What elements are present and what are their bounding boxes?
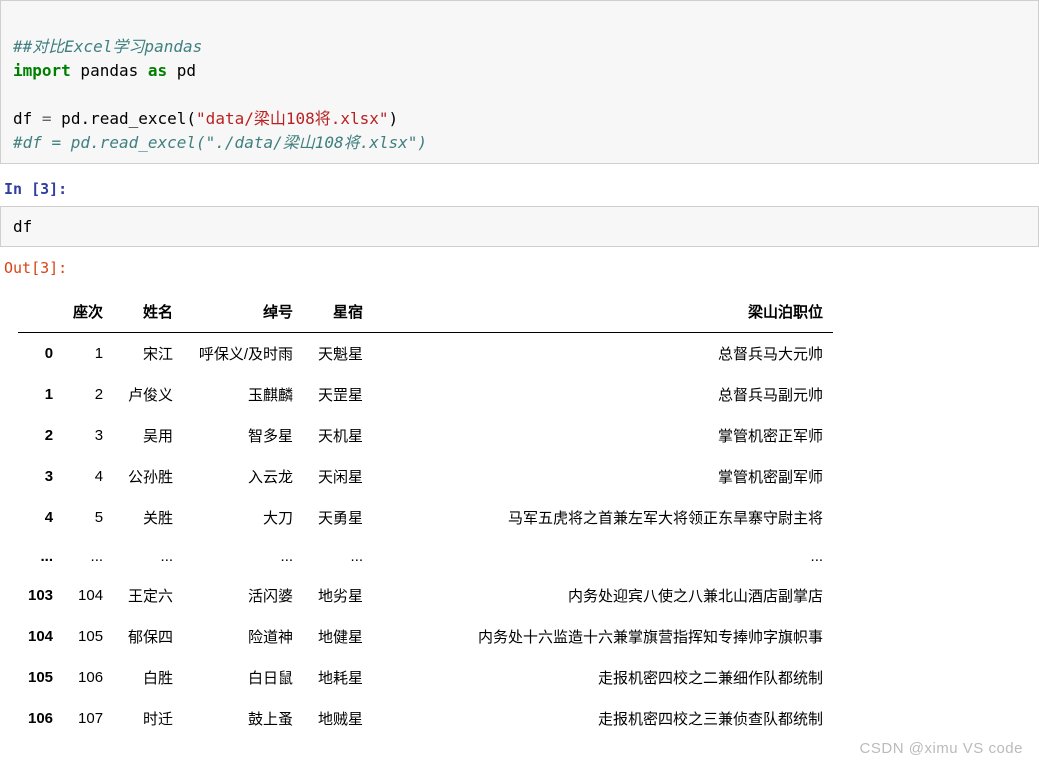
cell: 地劣星	[303, 575, 373, 616]
cell: 5	[63, 497, 113, 538]
col-header: 绰号	[183, 291, 303, 333]
cell: 呼保义/及时雨	[183, 333, 303, 375]
cell: 王定六	[113, 575, 183, 616]
cell: 吴用	[113, 415, 183, 456]
cell: 3	[63, 415, 113, 456]
cell: 关胜	[113, 497, 183, 538]
cell: 宋江	[113, 333, 183, 375]
table-row: 23吴用智多星天机星掌管机密正军师	[18, 415, 833, 456]
cell: 走报机密四校之二兼细作队都统制	[373, 657, 833, 698]
code-cell-1: ##对比Excel学习pandas import pandas as pd df…	[0, 0, 1039, 164]
col-header: 星宿	[303, 291, 373, 333]
cell: 107	[63, 698, 113, 739]
table-row: 45关胜大刀天勇星马军五虎将之首兼左军大将领正东旱寨守尉主将	[18, 497, 833, 538]
index-header	[18, 291, 63, 333]
cell: ...	[373, 538, 833, 575]
cell: ...	[63, 538, 113, 575]
table-row: 106107时迁鼓上蚤地贼星走报机密四校之三兼侦查队都统制	[18, 698, 833, 739]
cell: 105	[63, 616, 113, 657]
cell: 104	[63, 575, 113, 616]
cell: 天机星	[303, 415, 373, 456]
row-index: 106	[18, 698, 63, 739]
cell: 走报机密四校之三兼侦查队都统制	[373, 698, 833, 739]
code-input[interactable]: df	[0, 206, 1039, 247]
code-keyword: import	[13, 61, 71, 80]
cell: 白胜	[113, 657, 183, 698]
cell: 活闪婆	[183, 575, 303, 616]
row-index: 103	[18, 575, 63, 616]
table-row: 34公孙胜入云龙天闲星掌管机密副军师	[18, 456, 833, 497]
cell: 郁保四	[113, 616, 183, 657]
dataframe-table: 座次 姓名 绰号 星宿 梁山泊职位 01宋江呼保义/及时雨天魁星总督兵马大元帅1…	[18, 291, 833, 739]
col-header: 姓名	[113, 291, 183, 333]
cell: 入云龙	[183, 456, 303, 497]
code-comment: ##对比Excel学习pandas	[13, 37, 202, 56]
cell: 天勇星	[303, 497, 373, 538]
cell: 内务处迎宾八使之八兼北山酒店副掌店	[373, 575, 833, 616]
cell: 总督兵马副元帅	[373, 374, 833, 415]
dataframe-output: 座次 姓名 绰号 星宿 梁山泊职位 01宋江呼保义/及时雨天魁星总督兵马大元帅1…	[18, 291, 1039, 739]
table-header-row: 座次 姓名 绰号 星宿 梁山泊职位	[18, 291, 833, 333]
cell: 4	[63, 456, 113, 497]
table-row: 12卢俊义玉麒麟天罡星总督兵马副元帅	[18, 374, 833, 415]
cell: 2	[63, 374, 113, 415]
table-row: ..................	[18, 538, 833, 575]
table-row: 01宋江呼保义/及时雨天魁星总督兵马大元帅	[18, 333, 833, 375]
input-code-text: df	[13, 217, 32, 236]
cell: 天罡星	[303, 374, 373, 415]
cell: 大刀	[183, 497, 303, 538]
code-comment: #df = pd.read_excel("./data/梁山108将.xlsx"…	[13, 133, 427, 152]
cell: 掌管机密正军师	[373, 415, 833, 456]
cell: ...	[113, 538, 183, 575]
cell: ...	[183, 538, 303, 575]
cell: 玉麒麟	[183, 374, 303, 415]
cell: 天魁星	[303, 333, 373, 375]
cell: 白日鼠	[183, 657, 303, 698]
cell: 时迁	[113, 698, 183, 739]
row-index: 1	[18, 374, 63, 415]
row-index: 4	[18, 497, 63, 538]
cell: ...	[303, 538, 373, 575]
row-index: ...	[18, 538, 63, 575]
cell: 地耗星	[303, 657, 373, 698]
row-index: 2	[18, 415, 63, 456]
row-index: 3	[18, 456, 63, 497]
col-header: 座次	[63, 291, 113, 333]
table-row: 103104王定六活闪婆地劣星内务处迎宾八使之八兼北山酒店副掌店	[18, 575, 833, 616]
cell: 公孙胜	[113, 456, 183, 497]
row-index: 104	[18, 616, 63, 657]
cell: 马军五虎将之首兼左军大将领正东旱寨守尉主将	[373, 497, 833, 538]
cell: 地健星	[303, 616, 373, 657]
table-row: 105106白胜白日鼠地耗星走报机密四校之二兼细作队都统制	[18, 657, 833, 698]
cell: 地贼星	[303, 698, 373, 739]
watermark: CSDN @ximu VS code	[860, 740, 1023, 757]
output-prompt: Out[3]:	[4, 259, 1039, 277]
cell: 1	[63, 333, 113, 375]
row-index: 105	[18, 657, 63, 698]
table-row: 104105郁保四险道神地健星内务处十六监造十六兼掌旗营指挥知专捧帅字旗帜事	[18, 616, 833, 657]
cell: 总督兵马大元帅	[373, 333, 833, 375]
row-index: 0	[18, 333, 63, 375]
cell: 天闲星	[303, 456, 373, 497]
cell: 掌管机密副军师	[373, 456, 833, 497]
cell: 鼓上蚤	[183, 698, 303, 739]
col-header: 梁山泊职位	[373, 291, 833, 333]
cell: 内务处十六监造十六兼掌旗营指挥知专捧帅字旗帜事	[373, 616, 833, 657]
cell: 智多星	[183, 415, 303, 456]
cell: 险道神	[183, 616, 303, 657]
cell: 卢俊义	[113, 374, 183, 415]
input-prompt: In [3]:	[4, 180, 1039, 198]
cell: 106	[63, 657, 113, 698]
